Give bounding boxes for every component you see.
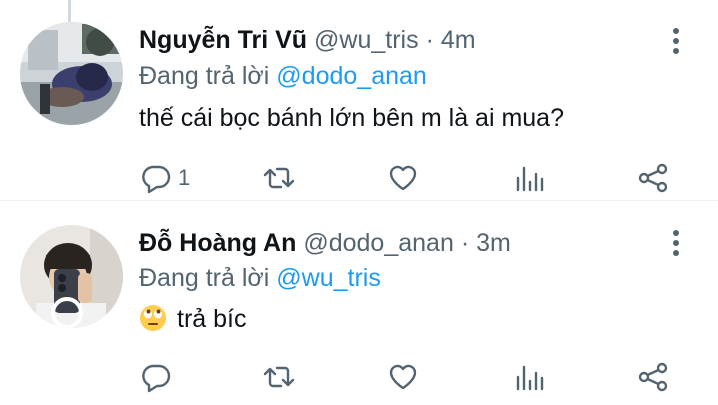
tweet[interactable]: Nguyễn Tri Vũ @wu_tris · 4m Đang trả lời…	[0, 0, 718, 201]
mirror-selfie-avatar	[20, 225, 123, 328]
replying-to-mention[interactable]: @dodo_anan	[276, 62, 427, 90]
separator-dot: ·	[425, 26, 434, 54]
heart-icon	[389, 364, 417, 390]
like-button[interactable]	[387, 160, 419, 196]
replying-to-label: Đang trả lời	[139, 264, 270, 292]
reply-button[interactable]	[140, 359, 178, 395]
more-options-icon[interactable]	[666, 228, 686, 258]
reply-icon	[142, 165, 171, 194]
display-name[interactable]: Đỗ Hoàng An	[139, 229, 296, 257]
retweet-icon	[263, 366, 295, 388]
analytics-button[interactable]	[512, 160, 544, 196]
tweet[interactable]: Đỗ Hoàng An @dodo_anan · 3m Đang trả lời…	[0, 205, 718, 405]
tweet-text-container: trả bíc	[139, 303, 246, 335]
avatar[interactable]	[20, 225, 123, 328]
replying-to: Đang trả lời @dodo_anan	[139, 60, 427, 92]
share-icon	[638, 362, 668, 392]
tweet-text: thế cái bọc bánh lớn bên m là ai mua?	[139, 104, 564, 132]
tweet-actions	[0, 359, 718, 395]
timestamp[interactable]: 4m	[441, 26, 476, 54]
analytics-button[interactable]	[512, 359, 544, 395]
separator-dot: ·	[460, 229, 470, 257]
tweet-divider	[0, 200, 718, 201]
retweet-icon	[263, 167, 295, 189]
like-button[interactable]	[387, 359, 419, 395]
heart-icon	[389, 165, 417, 191]
reply-count: 1	[178, 165, 191, 190]
reply-button[interactable]: 1	[140, 160, 190, 196]
rolling-eyes-emoji-icon	[139, 304, 167, 332]
share-button[interactable]	[637, 160, 669, 196]
retweet-button[interactable]	[263, 359, 295, 395]
person-with-hoodie-avatar	[20, 22, 123, 125]
share-button[interactable]	[637, 359, 669, 395]
display-name[interactable]: Nguyễn Tri Vũ	[139, 26, 307, 54]
more-options-icon[interactable]	[666, 26, 686, 56]
bar-chart-icon	[516, 166, 544, 192]
share-icon	[638, 163, 668, 193]
user-handle[interactable]: @wu_tris	[314, 26, 419, 54]
tweet-actions: 1	[0, 160, 718, 196]
replying-to: Đang trả lời @wu_tris	[139, 262, 381, 294]
tweet-header: Nguyễn Tri Vũ @wu_tris · 4m	[139, 24, 476, 56]
replying-to-mention[interactable]: @wu_tris	[276, 264, 381, 292]
user-handle[interactable]: @dodo_anan	[303, 229, 454, 257]
tweet-text: trả bíc	[177, 305, 247, 333]
retweet-button[interactable]	[263, 160, 295, 196]
avatar[interactable]	[20, 22, 123, 125]
replying-to-label: Đang trả lời	[139, 62, 270, 90]
tweet-header: Đỗ Hoàng An @dodo_anan · 3m	[139, 227, 511, 259]
reply-icon	[142, 364, 171, 393]
timestamp[interactable]: 3m	[476, 229, 511, 257]
bar-chart-icon	[516, 365, 544, 391]
